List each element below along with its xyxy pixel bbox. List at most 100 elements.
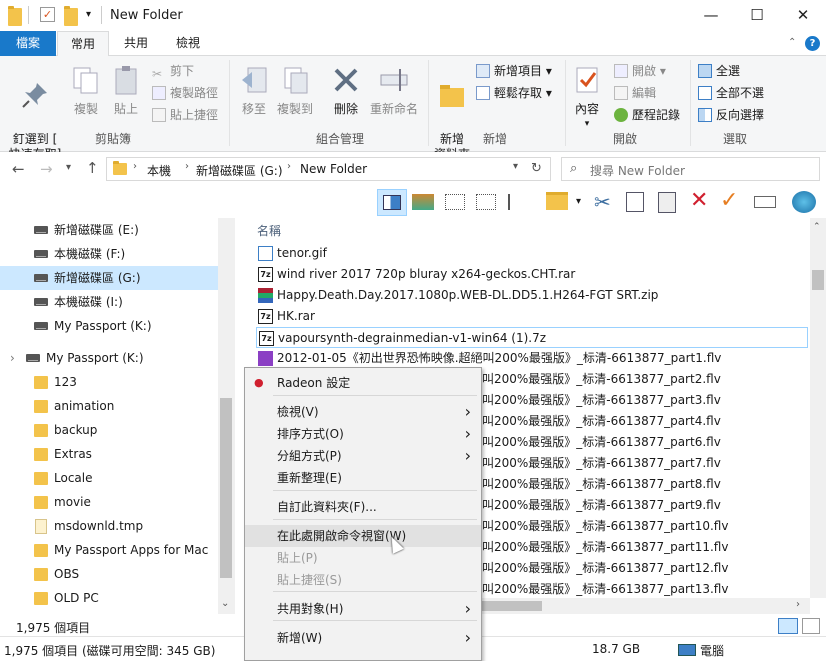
breadcrumb-drive[interactable]: 新增磁碟區 (G:)	[196, 162, 283, 179]
nav-item[interactable]: Extras	[0, 442, 218, 466]
context-menu-item[interactable]: 共用對象(H) ›	[245, 598, 481, 620]
context-menu-item[interactable]: 在此處開啟命令視窗(W)	[245, 525, 481, 547]
select-none-button[interactable]: 全部不選	[698, 82, 764, 104]
address-bar[interactable]: › 本機 › 新增磁碟區 (G:) › New Folder ▾ ↻	[106, 157, 551, 181]
tab-view[interactable]: 檢視	[164, 31, 212, 56]
nav-scrollbar[interactable]: ⌄	[218, 218, 235, 614]
folder-options-icon[interactable]	[546, 192, 568, 210]
details-view-icon[interactable]	[778, 618, 798, 634]
nav-item[interactable]: movie	[0, 490, 218, 514]
properties-button[interactable]: 內容 ▾	[570, 64, 604, 132]
up-arrow-icon[interactable]: ↑	[86, 159, 99, 177]
chevron-right-icon[interactable]: ›	[796, 599, 800, 610]
nav-item[interactable]: 123	[0, 370, 218, 394]
chevron-down-icon[interactable]: ▾	[576, 196, 581, 207]
context-menu-item[interactable]: 自訂此資料夾(F)...	[245, 496, 481, 518]
address-history-icon[interactable]: ▾	[513, 161, 518, 172]
tiles-view-icon[interactable]	[445, 194, 465, 210]
move-to-button[interactable]: 移至	[236, 64, 272, 117]
tab-file[interactable]: 檔案	[0, 31, 56, 56]
nav-item[interactable]: msdownld.tmp	[0, 514, 218, 538]
nav-item[interactable]: 新增磁碟區 (E:)	[0, 218, 218, 242]
chevron-down-icon[interactable]: ⌄	[221, 598, 229, 609]
back-arrow-icon[interactable]: ←	[12, 160, 25, 178]
paste-icon[interactable]	[658, 192, 676, 213]
paste-shortcut-button[interactable]: 貼上捷徑	[152, 104, 218, 126]
column-header-name[interactable]: 名稱	[257, 222, 281, 239]
file-row[interactable]: Happy.Death.Day.2017.1080p.WEB-DL.DD5.1.…	[256, 285, 808, 306]
copy-button[interactable]: 複製	[68, 64, 104, 117]
rename-icon[interactable]	[754, 196, 776, 208]
search-box[interactable]: ⌕ 搜尋 New Folder	[561, 157, 820, 181]
nav-item[interactable]: OLD PC	[0, 586, 218, 610]
select-all-button[interactable]: 全選	[698, 60, 740, 82]
file-row[interactable]: 7z wind river 2017 720p bluray x264-gecko…	[256, 264, 808, 285]
context-menu-item[interactable]: 重新整理(E)	[245, 467, 481, 489]
context-menu-item[interactable]: 檢視(V) ›	[245, 401, 481, 423]
maximize-button[interactable]: ☐	[734, 0, 780, 31]
breadcrumb-chevron-icon[interactable]: ›	[133, 161, 137, 172]
close-button[interactable]: ✕	[780, 0, 826, 31]
file-row[interactable]: 7z HK.rar	[256, 306, 808, 327]
context-menu-item[interactable]: 新增(W) ›	[245, 627, 481, 649]
nav-item[interactable]: › My Passport (K:)	[0, 346, 218, 370]
history-button[interactable]: 歷程記錄	[614, 104, 680, 126]
properties-check-icon[interactable]: ✓	[720, 188, 738, 213]
nav-item[interactable]: backup	[0, 418, 218, 442]
nav-item[interactable]: My Passport Apps for Mac	[0, 538, 218, 562]
help-icon[interactable]: ?	[805, 36, 820, 51]
open-button[interactable]: 開啟 ▾	[614, 60, 666, 82]
thumbnails-view-icon[interactable]	[412, 194, 434, 210]
nav-item[interactable]: Locale	[0, 466, 218, 490]
context-menu-item[interactable]: 分組方式(P) ›	[245, 445, 481, 467]
nav-item[interactable]: My Passport (K:)	[0, 314, 218, 338]
chevron-up-icon[interactable]: ⌃	[813, 222, 821, 232]
large-icons-view-icon[interactable]	[802, 618, 820, 634]
delete-icon[interactable]: ✕	[690, 188, 708, 213]
easy-access-button[interactable]: 輕鬆存取 ▾	[476, 82, 552, 104]
shell-icon[interactable]	[792, 191, 816, 213]
scissors-icon[interactable]: ✂	[594, 190, 611, 214]
invert-selection-button[interactable]: 反向選擇	[698, 104, 764, 126]
context-menu-item[interactable]: ● Radeon 設定	[245, 372, 481, 394]
pin-quick-access-button[interactable]: 釘選到 [ 快速存取]	[4, 64, 66, 162]
tab-home[interactable]: 常用	[57, 31, 109, 57]
copy-to-button[interactable]: 複製到	[274, 64, 316, 117]
breadcrumb-folder[interactable]: New Folder	[300, 162, 367, 176]
copy-icon[interactable]	[626, 192, 644, 212]
nav-item[interactable]: 本機磁碟 (I:)	[0, 290, 218, 314]
properties-check-icon[interactable]: ✓	[40, 7, 55, 22]
nav-item[interactable]: 本機磁碟 (F:)	[0, 242, 218, 266]
nav-scroll-thumb[interactable]	[220, 398, 232, 578]
copy-path-button[interactable]: 複製路徑	[152, 82, 218, 104]
edit-button[interactable]: 編輯	[614, 82, 656, 104]
list-horizontal-scrollbar[interactable]: ›	[482, 598, 810, 614]
collapse-ribbon-icon[interactable]: ⌃	[788, 37, 796, 48]
refresh-icon[interactable]: ↻	[531, 161, 542, 176]
nav-item[interactable]: OBS	[0, 562, 218, 586]
list-vertical-scrollbar[interactable]: ⌃	[810, 218, 826, 598]
cut-button[interactable]: ✂ 剪下	[152, 60, 194, 82]
delete-button[interactable]: 刪除	[328, 64, 364, 117]
icons-view-icon[interactable]	[476, 194, 496, 210]
file-row[interactable]: tenor.gif	[256, 243, 808, 264]
hscroll-thumb[interactable]	[482, 601, 542, 611]
breadcrumb-chevron-icon[interactable]: ›	[185, 161, 189, 172]
recent-locations-icon[interactable]: ▾	[66, 162, 71, 173]
context-menu-item[interactable]: 排序方式(O) ›	[245, 423, 481, 445]
list-view-icon[interactable]	[508, 194, 528, 210]
nav-item[interactable]: 新增磁碟區 (G:)	[0, 266, 218, 290]
chevron-right-icon[interactable]: ›	[10, 346, 15, 370]
nav-item[interactable]: animation	[0, 394, 218, 418]
file-row[interactable]: 2012-01-05《初出世界恐怖映像.超絕叫200%最强版》_标清-66138…	[256, 348, 808, 369]
paste-button[interactable]: 貼上	[108, 64, 144, 117]
file-row[interactable]: 7z vapoursynth-degrainmedian-v1-win64 (1)…	[256, 327, 808, 348]
forward-arrow-icon[interactable]: →	[40, 160, 53, 178]
new-folder-icon[interactable]	[64, 6, 78, 26]
minimize-button[interactable]: —	[688, 0, 734, 31]
breadcrumb-this-pc[interactable]: 本機	[147, 162, 171, 179]
preview-pane-icon[interactable]	[377, 189, 407, 216]
list-scroll-thumb[interactable]	[812, 270, 824, 290]
customize-toolbar-icon[interactable]: ▾	[86, 9, 91, 27]
new-folder-button[interactable]: 新增 資料夾	[432, 64, 472, 162]
